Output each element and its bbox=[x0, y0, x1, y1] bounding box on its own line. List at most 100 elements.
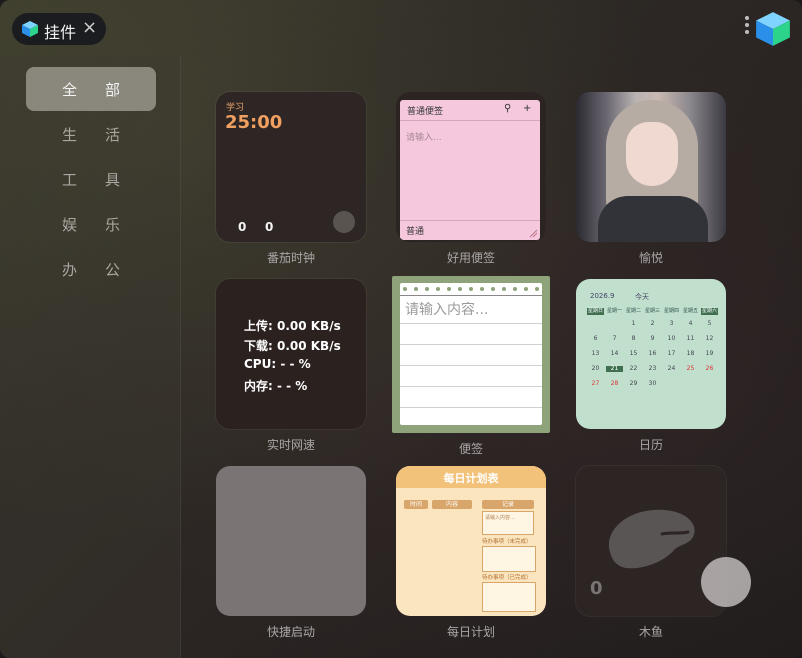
cpu-usage: CPU: - - % bbox=[244, 357, 311, 371]
plan-title: 每日计划表 bbox=[443, 472, 499, 485]
calendar-day[interactable]: 29 bbox=[625, 381, 642, 387]
sidebar-item-office[interactable]: 办公 bbox=[26, 247, 156, 291]
calendar-day[interactable]: 14 bbox=[606, 351, 623, 357]
calendar-day[interactable]: 28 bbox=[606, 381, 623, 387]
sticky-placeholder[interactable]: 请输入... bbox=[406, 130, 442, 143]
calendar-day[interactable]: 6 bbox=[587, 336, 604, 342]
plan-todo-list[interactable] bbox=[482, 546, 536, 572]
photo-widget[interactable] bbox=[576, 92, 726, 242]
photo-face bbox=[626, 122, 678, 186]
calendar-day[interactable]: 19 bbox=[701, 351, 718, 357]
add-icon[interactable]: + bbox=[523, 103, 531, 114]
calendar-day[interactable]: 30 bbox=[644, 381, 661, 387]
sidebar-item-life[interactable]: 生活 bbox=[26, 112, 156, 156]
calendar-year-month[interactable]: 2026.9 bbox=[590, 292, 615, 300]
calendar-day[interactable]: 27 bbox=[587, 381, 604, 387]
notes-widget[interactable]: 请输入内容... bbox=[392, 276, 550, 433]
photo-body bbox=[598, 196, 708, 242]
calendar-day[interactable]: 4 bbox=[682, 321, 699, 327]
calendar-day[interactable]: 10 bbox=[663, 336, 680, 342]
pomodoro-widget[interactable]: 学习 25:00 0 0 bbox=[216, 92, 366, 242]
calendar-today-button[interactable]: 今天 bbox=[635, 292, 649, 302]
notebook-rings bbox=[400, 283, 542, 295]
close-icon[interactable]: × bbox=[82, 17, 97, 38]
daily-plan-widget[interactable]: 每日计划表 时间 内容 记录 请输入内容... 待办事项（未完成） 待办事项（已… bbox=[396, 466, 546, 616]
sticky-header: 普通便签 ⚲ + bbox=[400, 100, 540, 121]
calendar-day[interactable]: 25 bbox=[682, 366, 699, 372]
plan-done-list[interactable] bbox=[482, 582, 536, 612]
wooden-fish-icon[interactable] bbox=[602, 504, 702, 574]
widget-label: 便签 bbox=[458, 442, 483, 456]
widget-label: 快捷启动 bbox=[266, 625, 315, 639]
calendar-day[interactable]: 18 bbox=[682, 351, 699, 357]
calendar-day[interactable]: 5 bbox=[701, 321, 718, 327]
sidebar-item-all[interactable]: 全部 bbox=[26, 67, 156, 111]
plan-done-label: 待办事项（已完成） bbox=[482, 575, 532, 581]
sticky-header-title: 普通便签 bbox=[407, 107, 444, 117]
pin-icon[interactable]: ⚲ bbox=[504, 103, 511, 114]
plan-record-input[interactable]: 请输入内容... bbox=[482, 511, 534, 535]
resize-handle-icon[interactable] bbox=[528, 228, 538, 238]
pomodoro-time: 25:00 bbox=[225, 112, 283, 133]
calendar-day[interactable]: 8 bbox=[625, 336, 642, 342]
sticky-sheet: 普通便签 ⚲ + 请输入... 普通 bbox=[400, 100, 540, 240]
pomodoro-count-b: 0 bbox=[265, 220, 274, 234]
app-cube-icon bbox=[756, 12, 790, 46]
calendar-day[interactable]: 24 bbox=[663, 366, 680, 372]
widget-label: 每日计划 bbox=[446, 625, 495, 639]
calendar-day[interactable]: 20 bbox=[587, 366, 604, 372]
more-vertical-icon[interactable] bbox=[744, 16, 750, 40]
sticky-footer: 普通 bbox=[406, 227, 425, 237]
calendar-day[interactable]: 7 bbox=[606, 336, 623, 342]
plan-col-content: 内容 bbox=[432, 500, 472, 509]
calendar-day[interactable]: 22 bbox=[625, 366, 642, 372]
plan-todo-label: 待办事项（未完成） bbox=[482, 539, 532, 545]
calendar-day[interactable]: 21 bbox=[606, 366, 623, 372]
calendar-day[interactable]: 9 bbox=[644, 336, 661, 342]
calendar-day[interactable]: 12 bbox=[701, 336, 718, 342]
calendar-weekday: 星期三 bbox=[644, 308, 660, 314]
widget-label: 实时网速 bbox=[266, 438, 315, 452]
ruled-line bbox=[400, 323, 542, 324]
calendar-day[interactable]: 15 bbox=[625, 351, 642, 357]
title-tab[interactable]: 挂件 × bbox=[12, 13, 106, 45]
calendar-widget[interactable]: 2026.9 今天 星期日 星期一 星期二 星期三 星期四 星期五 星期六 12345678… bbox=[576, 279, 726, 429]
calendar-weekday: 星期一 bbox=[606, 308, 622, 314]
notes-placeholder[interactable]: 请输入内容... bbox=[405, 299, 488, 319]
widget-label: 番茄时钟 bbox=[266, 251, 315, 265]
help-button[interactable]: ? bbox=[701, 557, 751, 607]
calendar-weekday: 星期二 bbox=[625, 308, 641, 314]
widget-label: 木鱼 bbox=[638, 625, 663, 639]
widget-label: 愉悦 bbox=[638, 251, 663, 265]
pomodoro-count-a: 0 bbox=[238, 220, 247, 234]
sticky-note-widget[interactable]: 普通便签 ⚲ + 请输入... 普通 bbox=[396, 92, 546, 242]
calendar-day[interactable]: 16 bbox=[644, 351, 661, 357]
widget-window: 挂件 × 全部 生活 工具 娱乐 办公 学习 25:00 0 0 番茄时钟 普通… bbox=[0, 0, 802, 658]
widget-label: 好用便签 bbox=[446, 251, 495, 265]
memory-usage: 内存: - - % bbox=[244, 379, 308, 393]
tab-title: 挂件 bbox=[44, 23, 77, 42]
wooden-fish-count: 0 bbox=[590, 578, 603, 599]
calendar-day[interactable]: 23 bbox=[644, 366, 661, 372]
widget-label: 日历 bbox=[638, 438, 663, 452]
calendar-day[interactable]: 13 bbox=[587, 351, 604, 357]
notes-paper: 请输入内容... bbox=[400, 283, 542, 425]
calendar-day[interactable]: 3 bbox=[663, 321, 680, 327]
sidebar-item-tools[interactable]: 工具 bbox=[26, 157, 156, 201]
quick-launch-widget[interactable] bbox=[216, 466, 366, 616]
calendar-weekday: 星期四 bbox=[663, 308, 679, 314]
calendar-weekday: 星期五 bbox=[682, 308, 698, 314]
calendar-day[interactable]: 17 bbox=[663, 351, 680, 357]
calendar-day[interactable]: 2 bbox=[644, 321, 661, 327]
pomodoro-start-button[interactable] bbox=[333, 211, 355, 233]
download-speed: 下载: 0.00 KB/s bbox=[244, 339, 341, 353]
net-speed-widget[interactable]: 上传: 0.00 KB/s 下载: 0.00 KB/s CPU: - - % 内… bbox=[216, 279, 366, 429]
cube-icon bbox=[22, 21, 38, 37]
calendar-weekday: 星期日 bbox=[587, 308, 604, 315]
ruled-line bbox=[400, 344, 542, 345]
calendar-day[interactable]: 26 bbox=[701, 366, 718, 372]
calendar-day[interactable]: 11 bbox=[682, 336, 699, 342]
upload-speed: 上传: 0.00 KB/s bbox=[244, 319, 341, 333]
calendar-day[interactable]: 1 bbox=[625, 321, 642, 327]
sidebar-item-entertainment[interactable]: 娱乐 bbox=[26, 202, 156, 246]
